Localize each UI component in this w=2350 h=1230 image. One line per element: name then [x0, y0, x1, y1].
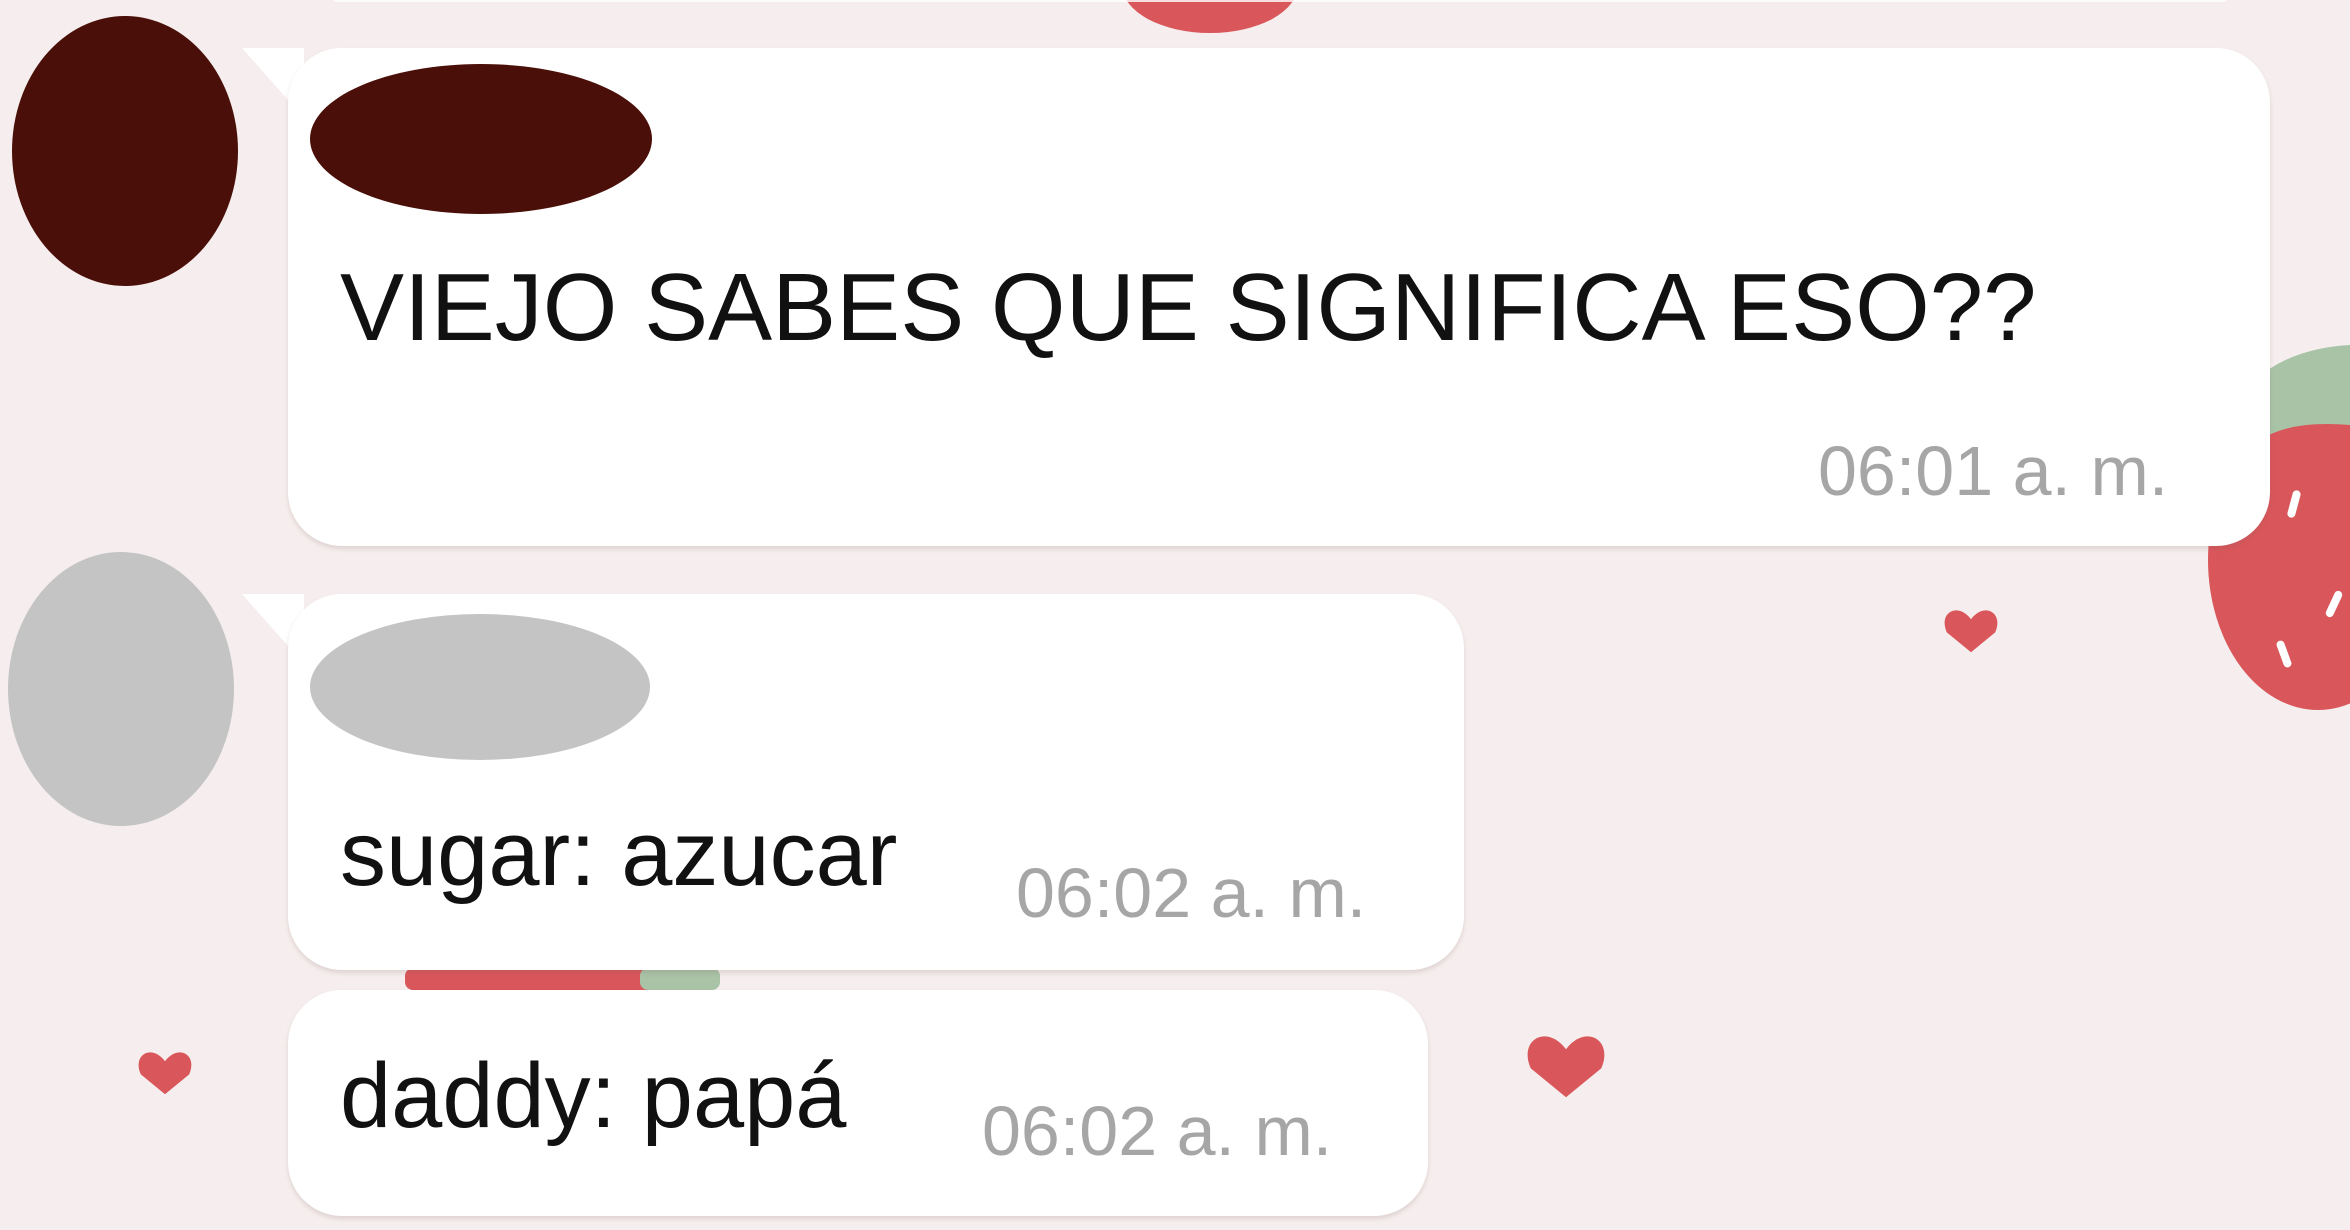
sender-name-redacted — [310, 64, 652, 214]
sender-avatar[interactable] — [8, 552, 234, 826]
sender-avatar[interactable] — [12, 16, 238, 286]
message-text: daddy: papá — [340, 1045, 847, 1147]
message-bubble[interactable]: VIEJO SABES QUE SIGNIFICA ESO?? 06:01 a.… — [288, 48, 2270, 546]
message-bubble[interactable]: sugar: azucar 06:02 a. m. — [288, 594, 1464, 970]
message-text: VIEJO SABES QUE SIGNIFICA ESO?? — [340, 254, 2037, 361]
heart-icon — [1527, 1036, 1605, 1098]
message-timestamp: 06:01 a. m. — [1818, 432, 2169, 510]
message-text: sugar: azucar — [340, 803, 898, 905]
message-timestamp: 06:02 a. m. — [982, 1092, 1333, 1170]
heart-icon — [138, 1052, 192, 1095]
message-timestamp: 06:02 a. m. — [1016, 854, 1367, 932]
strawberry-partial-icon — [405, 968, 720, 990]
message-bubble[interactable]: daddy: papá 06:02 a. m. — [288, 990, 1428, 1216]
strawberry-top-icon — [1126, 0, 1294, 33]
heart-icon — [1944, 610, 1998, 653]
sender-name-redacted — [310, 614, 650, 760]
